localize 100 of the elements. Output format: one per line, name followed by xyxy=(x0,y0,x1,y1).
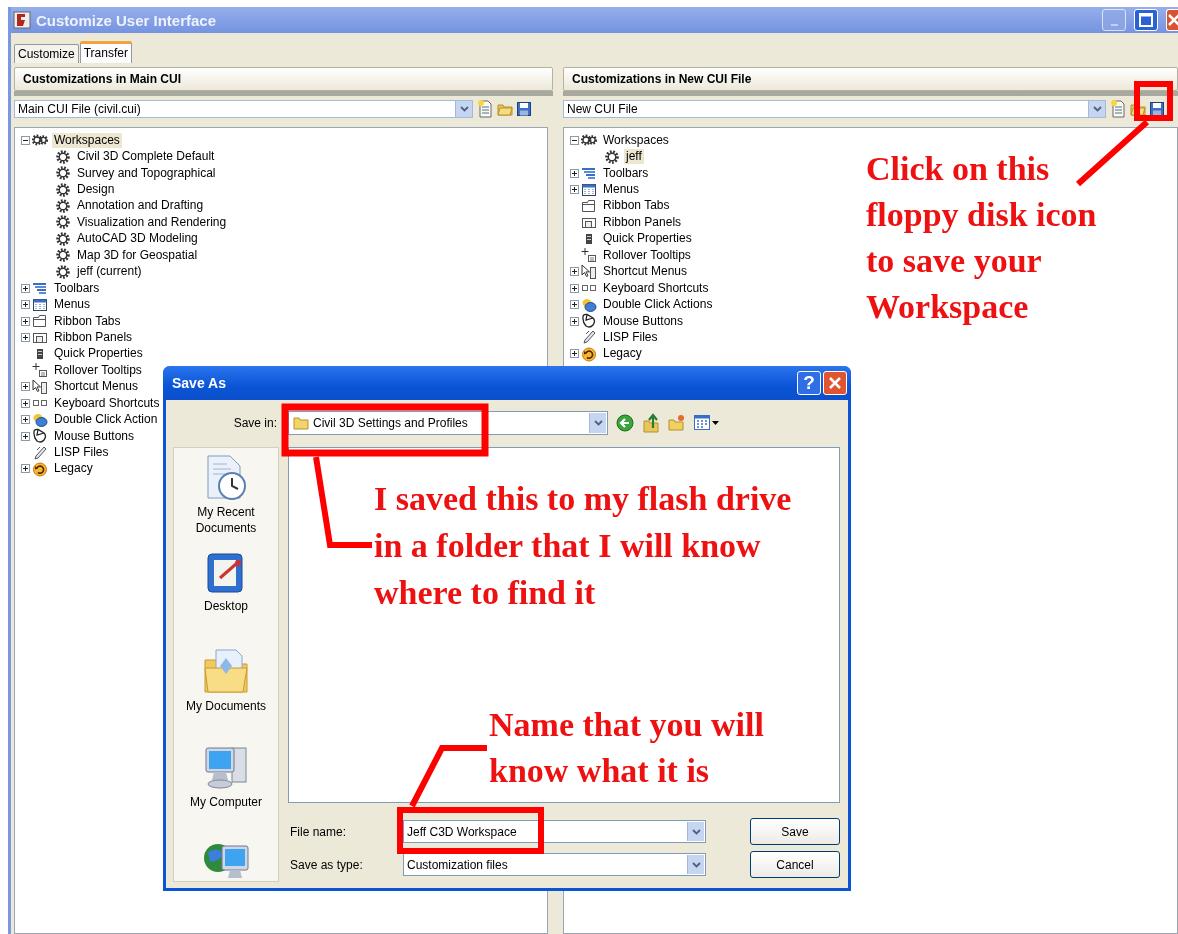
gear-icon xyxy=(55,263,71,280)
places-item[interactable]: Desktop xyxy=(178,550,274,638)
annotation-text: I saved this to my flash drive in a folder that I will know where to find it xyxy=(374,479,792,613)
save-button[interactable]: Save xyxy=(750,818,840,845)
tree-item[interactable]: Rollover Tooltips xyxy=(52,362,144,378)
tab[interactable]: Transfer xyxy=(79,41,132,63)
tree-item[interactable]: jeff xyxy=(624,149,644,165)
annotation-text: Click on this floppy disk icon to save your Workspace xyxy=(866,149,1097,327)
gear-icon xyxy=(55,197,71,214)
cursor-menu-icon xyxy=(581,263,597,280)
collapse-toggle[interactable] xyxy=(21,135,30,145)
expand-toggle[interactable] xyxy=(570,283,579,293)
tree-item[interactable]: Ribbon Tabs xyxy=(52,313,123,329)
tree-item[interactable]: Menus xyxy=(601,182,642,198)
new-folder-icon[interactable] xyxy=(668,414,686,432)
help-button[interactable]: ? xyxy=(797,371,821,395)
tree-item[interactable]: Ribbon Panels xyxy=(601,214,684,230)
toolbar-icon xyxy=(32,280,48,297)
tree-item[interactable]: Ribbon Panels xyxy=(52,329,135,345)
places-item[interactable]: My Documents xyxy=(178,646,274,734)
cursor-menu-icon xyxy=(32,378,48,395)
folder-icon xyxy=(202,646,250,696)
tree-item[interactable]: Mouse Buttons xyxy=(52,428,137,444)
file-type-dropdown[interactable]: Customization files xyxy=(403,853,706,876)
folder-icon xyxy=(293,416,309,430)
expand-toggle[interactable] xyxy=(570,267,579,277)
up-folder-icon[interactable] xyxy=(642,413,660,433)
save-icon[interactable] xyxy=(1150,102,1164,116)
dialog-title: Save As xyxy=(172,375,227,391)
recent-documents-icon xyxy=(204,454,248,502)
expand-toggle[interactable] xyxy=(21,332,30,342)
gear-icon xyxy=(55,247,71,264)
tree-item[interactable]: Toolbars xyxy=(52,280,102,296)
tooltip-icon xyxy=(32,362,48,379)
close-button[interactable] xyxy=(1166,9,1178,31)
tree-item[interactable]: Design xyxy=(75,182,117,198)
expand-toggle[interactable] xyxy=(570,316,579,326)
expand-toggle[interactable] xyxy=(21,415,30,425)
expand-toggle[interactable] xyxy=(570,349,579,359)
expand-toggle[interactable] xyxy=(570,300,579,310)
tree-item[interactable]: Double Click Action xyxy=(52,412,160,428)
expand-toggle[interactable] xyxy=(570,168,579,178)
window-title: Customize User Interface xyxy=(36,11,217,29)
tree-item[interactable]: Keyboard Shortcuts xyxy=(52,395,162,411)
tree-item[interactable]: Shortcut Menus xyxy=(52,379,141,395)
pen-icon xyxy=(581,329,597,346)
file-dropdown[interactable]: New CUI File xyxy=(563,100,1106,118)
tree-item[interactable]: Annotation and Drafting xyxy=(75,198,206,214)
places-item[interactable]: My Computer xyxy=(178,742,274,830)
expand-toggle[interactable] xyxy=(21,464,30,474)
tree-item[interactable]: Menus xyxy=(52,297,93,313)
cancel-button[interactable]: Cancel xyxy=(750,851,840,878)
file-dropdown[interactable]: Main CUI File (civil.cui) xyxy=(14,100,473,118)
tree-item[interactable]: Mouse Buttons xyxy=(601,313,686,329)
tree-item[interactable]: Workspaces xyxy=(52,132,122,148)
tree-item[interactable]: Legacy xyxy=(52,461,95,477)
view-menu-icon[interactable] xyxy=(694,415,720,431)
tree-item[interactable]: Survey and Topographical xyxy=(75,165,218,181)
tree-item[interactable]: Civil 3D Complete Default xyxy=(75,149,217,165)
panel-header: Customizations in Main CUI xyxy=(14,67,553,91)
expand-toggle[interactable] xyxy=(21,431,30,441)
expand-toggle[interactable] xyxy=(21,382,30,392)
expand-toggle[interactable] xyxy=(21,283,30,293)
save-in-dropdown[interactable]: Civil 3D Settings and Profiles xyxy=(288,411,608,435)
tab[interactable]: Customize xyxy=(14,44,79,63)
file-name-field[interactable]: Jeff C3D Workspace xyxy=(403,820,706,843)
expand-toggle[interactable] xyxy=(21,398,30,408)
maximize-icon xyxy=(1139,13,1153,27)
tree-item[interactable]: AutoCAD 3D Modeling xyxy=(75,231,200,247)
tree-item[interactable]: jeff (current) xyxy=(75,264,144,280)
tree-item[interactable]: Toolbars xyxy=(601,165,651,181)
expand-toggle[interactable] xyxy=(21,316,30,326)
close-button[interactable] xyxy=(823,371,847,395)
expand-toggle[interactable] xyxy=(570,185,579,195)
tree-item[interactable]: Map 3D for Geospatial xyxy=(75,247,200,263)
tree-item[interactable]: LISP Files xyxy=(52,445,111,461)
tree-item[interactable]: Keyboard Shortcuts xyxy=(601,280,711,296)
minimize-icon xyxy=(1110,24,1118,26)
collapse-toggle[interactable] xyxy=(570,135,579,145)
tree-item[interactable]: Quick Properties xyxy=(601,231,694,247)
back-icon[interactable] xyxy=(616,414,634,432)
field-label: Save as type: xyxy=(289,857,364,872)
tree-item[interactable]: Ribbon Tabs xyxy=(601,198,672,214)
panel-header: Customizations in New CUI File xyxy=(563,67,1178,91)
expand-toggle[interactable] xyxy=(21,300,30,310)
gear-icon xyxy=(55,181,71,198)
tree-item[interactable]: Visualization and Rendering xyxy=(75,214,229,230)
save-icon[interactable] xyxy=(517,102,531,116)
tree-item[interactable]: Workspaces xyxy=(601,132,671,148)
places-item[interactable]: My Recent Documents xyxy=(178,454,274,542)
close-icon xyxy=(1167,13,1178,27)
tree-item[interactable]: LISP Files xyxy=(601,329,660,345)
tree-item[interactable]: Shortcut Menus xyxy=(601,264,690,280)
tree-item[interactable]: Quick Properties xyxy=(52,346,145,362)
tree-item[interactable]: Rollover Tooltips xyxy=(601,247,693,263)
tooltip-icon xyxy=(581,247,597,264)
maximize-button[interactable] xyxy=(1134,9,1158,31)
toolbar-icon xyxy=(581,165,597,182)
tree-item[interactable]: Legacy xyxy=(601,346,644,362)
tree-item[interactable]: Double Click Actions xyxy=(601,297,715,313)
